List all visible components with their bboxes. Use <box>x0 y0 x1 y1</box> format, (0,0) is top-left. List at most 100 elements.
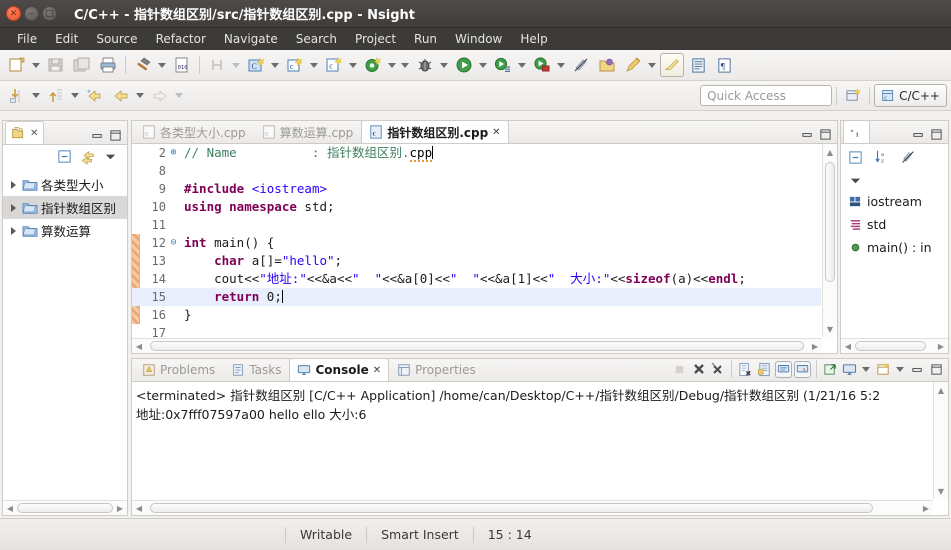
stop-run-icon[interactable] <box>530 53 554 77</box>
scroll-lock-icon[interactable] <box>756 361 773 378</box>
open-console-dropdown-icon[interactable] <box>894 357 905 381</box>
maximize-view-icon[interactable] <box>107 127 124 144</box>
scroll-left-icon[interactable]: ◀ <box>842 339 854 353</box>
menu-item-window[interactable]: Window <box>446 30 511 48</box>
tab-console[interactable]: Console ✕ <box>289 358 390 381</box>
project-explorer-close-icon[interactable]: ✕ <box>30 128 38 139</box>
scroll-up-icon[interactable]: ▲ <box>934 383 948 397</box>
toggle-highlight-icon[interactable] <box>660 53 684 77</box>
project-item-0[interactable]: 各类型大小 <box>3 173 127 196</box>
hscroll-thumb[interactable] <box>150 341 804 351</box>
new-class-dropdown-icon[interactable] <box>347 53 358 77</box>
step-return-dropdown-icon[interactable] <box>69 84 80 108</box>
editor-tab-close-icon[interactable]: ✕ <box>492 127 500 138</box>
scroll-down-icon[interactable]: ▼ <box>823 322 837 336</box>
print-icon[interactable] <box>96 53 120 77</box>
new-file-icon[interactable] <box>5 53 29 77</box>
scroll-right-icon[interactable]: ▶ <box>920 501 932 515</box>
new-target-dropdown-icon[interactable] <box>386 53 397 77</box>
code-line[interactable]: 15 return 0; <box>132 288 821 306</box>
menu-item-project[interactable]: Project <box>346 30 405 48</box>
window-minimize-button[interactable]: – <box>24 6 39 21</box>
code-line[interactable]: 8 <box>132 162 821 180</box>
new-c-project-dropdown-icon[interactable] <box>308 53 319 77</box>
outline-item-0[interactable]: iostream <box>841 190 948 213</box>
outline-view-menu-icon[interactable] <box>847 172 864 189</box>
pilcrow-icon[interactable]: ¶ <box>712 53 736 77</box>
run-icon[interactable] <box>452 53 476 77</box>
window-maximize-button[interactable]: □ <box>42 6 57 21</box>
tab-tasks[interactable]: Tasks <box>223 358 289 381</box>
run-dropdown-icon[interactable] <box>477 53 488 77</box>
outline-item-2[interactable]: main() : in <box>841 236 948 259</box>
code-line[interactable]: 9 #include <iostream> <box>132 180 821 198</box>
scroll-right-icon[interactable]: ▶ <box>114 501 126 515</box>
expand-arrow-icon[interactable] <box>7 204 19 212</box>
search-dropdown-icon[interactable] <box>646 53 657 77</box>
collapse-all-icon[interactable] <box>56 148 73 165</box>
editor-hscrollbar[interactable]: ◀ ▶ <box>132 338 822 353</box>
code-lines[interactable]: 2 ⊕ // Name : 指针数组区别.cpp 8 9 #include <iostre… <box>132 144 821 337</box>
code-line[interactable]: 11 <box>132 216 821 234</box>
code-line[interactable]: 12 ⊖ int main() { <box>132 234 821 252</box>
outline-item-1[interactable]: std <box>841 213 948 236</box>
stop-run-dropdown-icon[interactable] <box>555 53 566 77</box>
expand-arrow-icon[interactable] <box>7 227 19 235</box>
scroll-right-icon[interactable]: ▶ <box>935 339 947 353</box>
hide-fields-icon[interactable] <box>899 149 916 166</box>
search-pencil-icon[interactable] <box>621 53 645 77</box>
minimize-outline-icon[interactable] <box>910 126 927 143</box>
project-explorer-hscrollbar[interactable]: ◀ ▶ <box>3 500 127 515</box>
maximize-outline-icon[interactable] <box>928 126 945 143</box>
menu-item-navigate[interactable]: Navigate <box>215 30 287 48</box>
console-hscrollbar[interactable]: ◀ ▶ <box>132 500 933 515</box>
maximize-editor-icon[interactable] <box>817 126 834 143</box>
hscroll-thumb[interactable] <box>855 341 926 351</box>
run-configurations-icon[interactable] <box>491 53 515 77</box>
fold-toggle-icon[interactable]: ⊕ <box>168 144 179 162</box>
new-cpp-project-dropdown-icon[interactable] <box>269 53 280 77</box>
tab-project-explorer[interactable]: ✕ <box>5 121 45 144</box>
tab-problems[interactable]: Problems <box>134 358 223 381</box>
project-item-2[interactable]: 算数运算 <box>3 219 127 242</box>
menu-item-run[interactable]: Run <box>405 30 446 48</box>
step-into-dropdown-icon[interactable] <box>30 84 41 108</box>
new-target-icon[interactable] <box>361 53 385 77</box>
new-class-icon[interactable]: c <box>322 53 346 77</box>
editor-tab-0[interactable]: c 各类型大小.cpp <box>134 120 254 143</box>
tab-outline[interactable]: » 1 <box>843 120 870 143</box>
minimize-view-icon[interactable] <box>89 127 106 144</box>
back-history-icon[interactable] <box>83 84 107 108</box>
run-configurations-dropdown-icon[interactable] <box>516 53 527 77</box>
link-with-editor-icon[interactable] <box>79 148 96 165</box>
open-perspective-icon[interactable] <box>841 84 865 107</box>
editor-vscrollbar[interactable]: ▲ ▼ <box>822 144 837 337</box>
build-hammer-icon[interactable] <box>131 53 155 77</box>
open-console-icon[interactable] <box>875 361 892 378</box>
code-line[interactable]: 2 ⊕ // Name : 指针数组区别.cpp <box>132 144 821 162</box>
remove-launch-icon[interactable] <box>690 361 707 378</box>
console-body[interactable]: <terminated> 指针数组区别 [C/C++ Application] … <box>131 382 949 516</box>
editor-tab-2[interactable]: c 指针数组区别.cpp ✕ <box>361 120 509 143</box>
code-line[interactable]: 16} <box>132 306 821 324</box>
show-console-on-output-icon[interactable] <box>775 360 792 378</box>
show-whitespace-icon[interactable] <box>686 53 710 77</box>
code-line[interactable]: 14 cout<<"地址:"<<&a<<" "<<&a[0]<<" "<<&a[… <box>132 270 821 288</box>
build-dropdown-icon[interactable] <box>156 53 167 77</box>
menu-item-edit[interactable]: Edit <box>46 30 87 48</box>
scroll-left-icon[interactable]: ◀ <box>133 339 145 353</box>
code-line[interactable]: 13 char a[]="hello"; <box>132 252 821 270</box>
display-console-dropdown-icon[interactable] <box>860 357 871 381</box>
show-console-on-error-icon[interactable]: x <box>794 360 811 378</box>
minimize-console-icon[interactable] <box>909 361 926 378</box>
sort-alphabetically-icon[interactable]: a z <box>873 149 890 166</box>
step-return-icon[interactable] <box>44 84 68 108</box>
tab-properties[interactable]: Properties <box>389 358 484 381</box>
vscroll-thumb[interactable] <box>825 162 835 282</box>
menu-item-file[interactable]: File <box>8 30 46 48</box>
maximize-console-icon[interactable] <box>928 361 945 378</box>
minimize-editor-icon[interactable] <box>799 126 816 143</box>
hscroll-thumb[interactable] <box>17 503 113 513</box>
scroll-up-icon[interactable]: ▲ <box>823 145 837 159</box>
menu-item-search[interactable]: Search <box>287 30 346 48</box>
